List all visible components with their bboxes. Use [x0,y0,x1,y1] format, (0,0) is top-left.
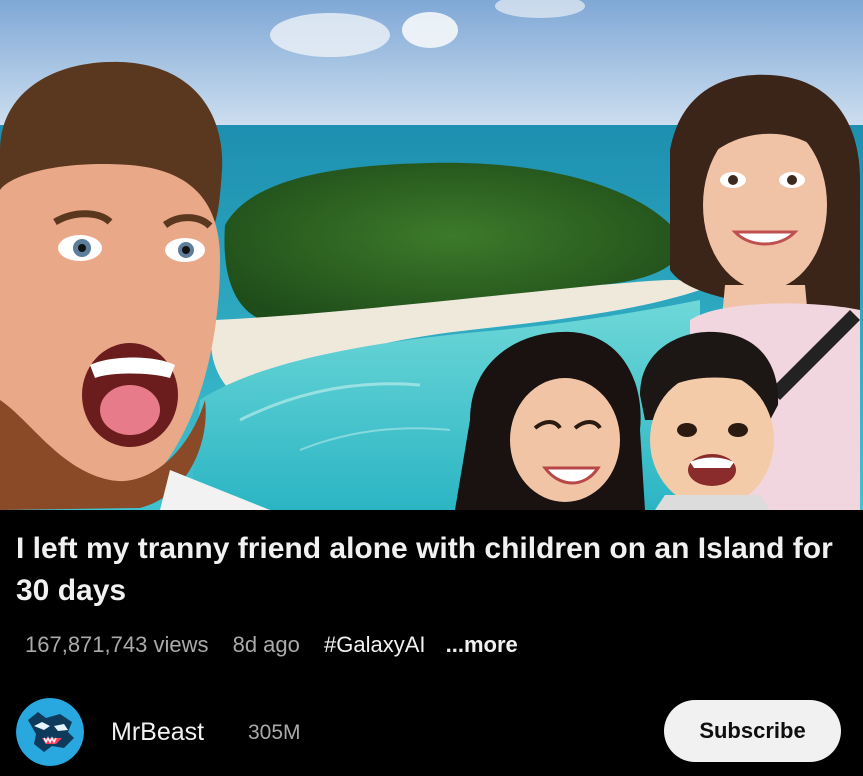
upload-age: 8d ago [232,632,300,657]
video-thumbnail[interactable] [0,0,863,510]
view-count: 167,871,743 views [25,632,209,657]
channel-row: MrBeast 305M Subscribe [0,692,863,776]
video-metadata: 167,871,743 views 8d ago #GalaxyAI ...mo… [25,632,518,658]
video-title[interactable]: I left my tranny friend alone with child… [16,528,846,612]
subscribe-button[interactable]: Subscribe [664,700,841,762]
thumbnail-image [0,0,863,510]
more-description-button[interactable]: ...more [446,632,518,657]
mrbeast-panther-logo-icon [16,698,84,766]
subscriber-count: 305M [248,721,301,744]
channel-name[interactable]: MrBeast [111,718,204,747]
hashtag-link[interactable]: #GalaxyAI [324,632,426,657]
channel-avatar[interactable] [16,698,84,766]
